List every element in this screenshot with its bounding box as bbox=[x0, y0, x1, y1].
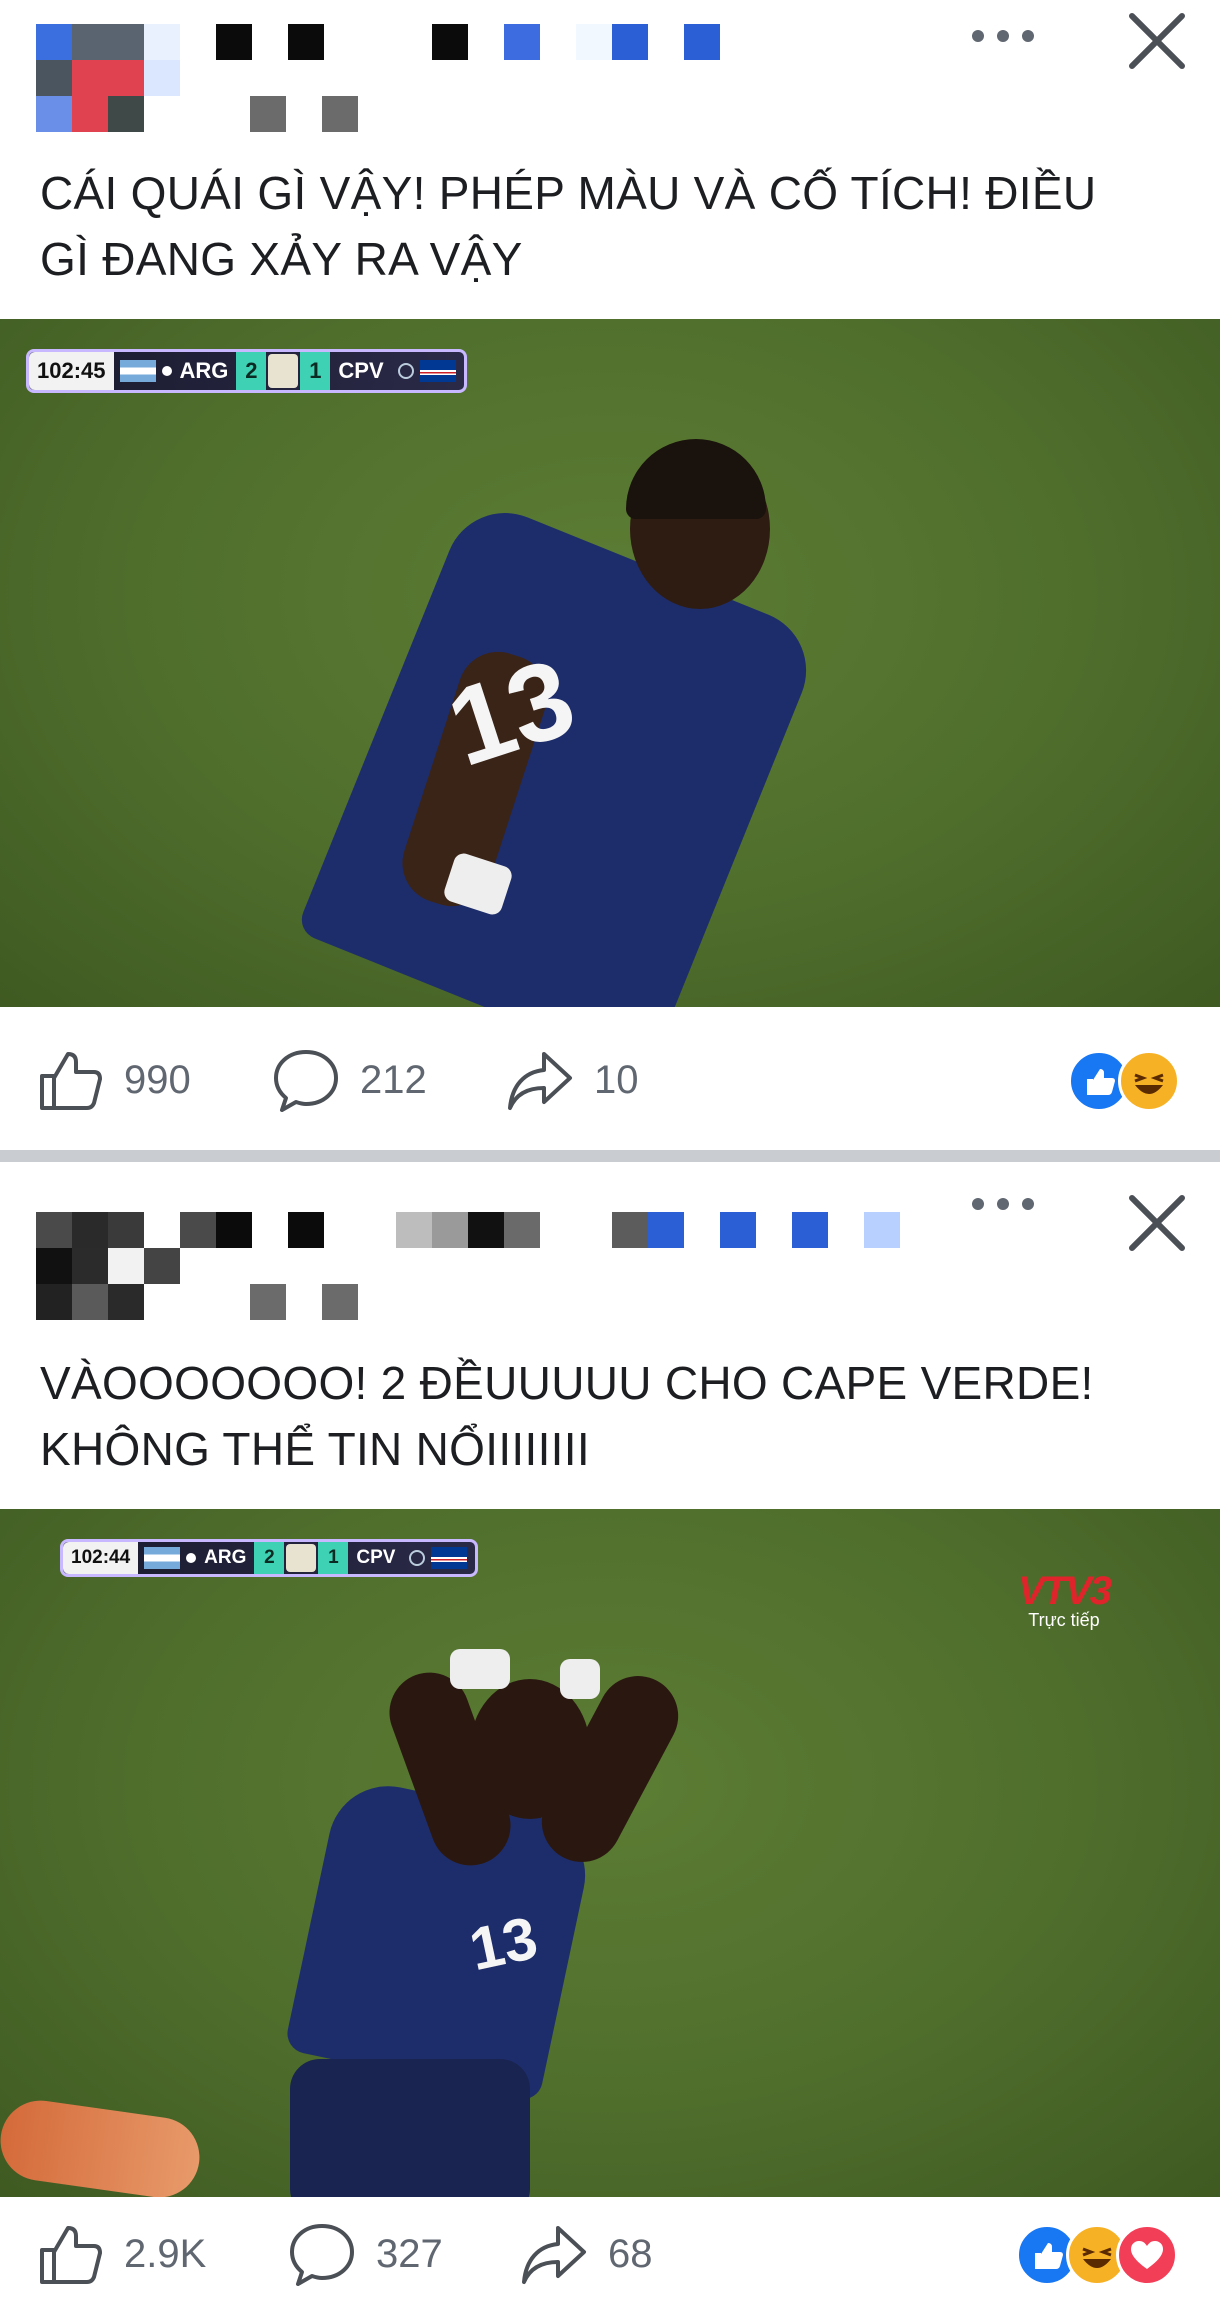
share-arrow-icon bbox=[508, 1052, 572, 1110]
comment-count: 212 bbox=[360, 1057, 427, 1102]
avatar[interactable] bbox=[36, 24, 180, 132]
possession-ring-icon bbox=[409, 1550, 426, 1566]
home-team: ARG bbox=[179, 358, 229, 383]
more-options-button[interactable] bbox=[962, 1182, 1044, 1226]
possession-dot-icon bbox=[186, 1553, 197, 1563]
away-team: CPV bbox=[356, 1547, 396, 1568]
more-horizontal-icon bbox=[972, 1198, 1034, 1210]
home-team: ARG bbox=[204, 1547, 247, 1568]
comment-button[interactable]: 212 bbox=[272, 1020, 427, 1140]
post-header bbox=[0, 1162, 1220, 1322]
away-team: CPV bbox=[338, 358, 384, 383]
argentina-flag-icon bbox=[119, 360, 156, 382]
close-icon bbox=[1129, 1195, 1185, 1251]
post-header bbox=[0, 0, 1220, 160]
caption-line: KHÔNG THỂ TIN NỔIIIIIIII bbox=[40, 1423, 590, 1475]
possession-ring-icon bbox=[397, 363, 414, 379]
feed-post-1: CÁI QUÁI GÌ VẬY! PHÉP MÀU VÀ CỐ TÍCH! ĐI… bbox=[0, 0, 1220, 1150]
possession-dot-icon bbox=[161, 366, 172, 376]
comment-bubble-icon bbox=[290, 2224, 354, 2286]
match-scorebug: 102:45 ARG 2 1 CPV bbox=[26, 349, 467, 393]
avatar[interactable] bbox=[36, 1212, 180, 1320]
comment-button[interactable]: 327 bbox=[288, 2194, 443, 2314]
argentina-flag-icon bbox=[144, 1547, 181, 1569]
match-scorebug: 102:44 ARG 2 1 CPV bbox=[60, 1539, 479, 1577]
share-count: 68 bbox=[608, 2231, 653, 2276]
trophy-icon bbox=[286, 1544, 317, 1572]
comment-bubble-icon bbox=[274, 1050, 338, 1112]
like-button[interactable]: 2.9K bbox=[36, 2194, 206, 2314]
share-arrow-icon bbox=[522, 2226, 586, 2284]
like-count: 2.9K bbox=[124, 2231, 207, 2276]
post-caption: VÀOOOOOOO! 2 ĐỀUUUUU CHO CAPE VERDE! KHÔ… bbox=[40, 1350, 1190, 1482]
share-button[interactable]: 10 bbox=[506, 1020, 639, 1140]
thumbs-up-icon bbox=[40, 2226, 102, 2284]
reaction-summary[interactable] bbox=[1068, 1050, 1188, 1112]
share-button[interactable]: 68 bbox=[520, 2194, 653, 2314]
hide-post-button[interactable] bbox=[1122, 6, 1192, 76]
broadcaster-logo: VTV3 Trực tiếp bbox=[1017, 1569, 1112, 1631]
home-score: 2 bbox=[236, 352, 267, 390]
love-reaction-icon bbox=[1116, 2224, 1178, 2286]
player-figure: 13 bbox=[250, 1619, 730, 2197]
reaction-summary[interactable] bbox=[1016, 2224, 1196, 2286]
post-actions: 2.9K 327 68 bbox=[0, 2194, 1220, 2314]
post-caption: CÁI QUÁI GÌ VẬY! PHÉP MÀU VÀ CỐ TÍCH! ĐI… bbox=[40, 160, 1190, 292]
more-options-button[interactable] bbox=[962, 14, 1044, 58]
away-score: 1 bbox=[300, 352, 331, 390]
like-button[interactable]: 990 bbox=[36, 1020, 191, 1140]
comment-count: 327 bbox=[376, 2231, 443, 2276]
away-score: 1 bbox=[318, 1542, 349, 1574]
home-score: 2 bbox=[254, 1542, 285, 1574]
post-actions: 990 212 10 bbox=[0, 1020, 1220, 1140]
hide-post-button[interactable] bbox=[1122, 1188, 1192, 1258]
trophy-icon bbox=[268, 354, 299, 388]
haha-reaction-icon bbox=[1118, 1050, 1180, 1112]
caption-line: CÁI QUÁI GÌ VẬY! PHÉP MÀU VÀ CỐ TÍCH! ĐI… bbox=[40, 167, 1097, 219]
cape-verde-flag-icon bbox=[419, 360, 456, 382]
feed-post-2: VÀOOOOOOO! 2 ĐỀUUUUU CHO CAPE VERDE! KHÔ… bbox=[0, 1162, 1220, 2314]
live-label: Trực tiếp bbox=[1028, 1610, 1100, 1630]
like-count: 990 bbox=[124, 1057, 191, 1102]
caption-line: GÌ ĐANG XẢY RA VẬY bbox=[40, 233, 523, 285]
player-figure: 13 bbox=[295, 439, 850, 1007]
post-video[interactable]: 102:44 ARG 2 1 CPV VTV3 Trực tiếp 13 bbox=[0, 1509, 1220, 2197]
post-video[interactable]: 102:45 ARG 2 1 CPV 13 bbox=[0, 319, 1220, 1007]
thumbs-up-icon bbox=[40, 1052, 102, 1110]
post-divider bbox=[0, 1150, 1220, 1162]
player-boot bbox=[0, 2095, 205, 2197]
share-count: 10 bbox=[594, 1057, 639, 1102]
close-icon bbox=[1129, 13, 1185, 69]
more-horizontal-icon bbox=[972, 30, 1034, 42]
vtv3-logo: VTV3 bbox=[1017, 1569, 1112, 1613]
match-clock: 102:44 bbox=[63, 1542, 139, 1574]
cape-verde-flag-icon bbox=[431, 1547, 468, 1569]
caption-line: VÀOOOOOOO! 2 ĐỀUUUUU CHO CAPE VERDE! bbox=[40, 1357, 1094, 1409]
match-clock: 102:45 bbox=[29, 352, 114, 390]
